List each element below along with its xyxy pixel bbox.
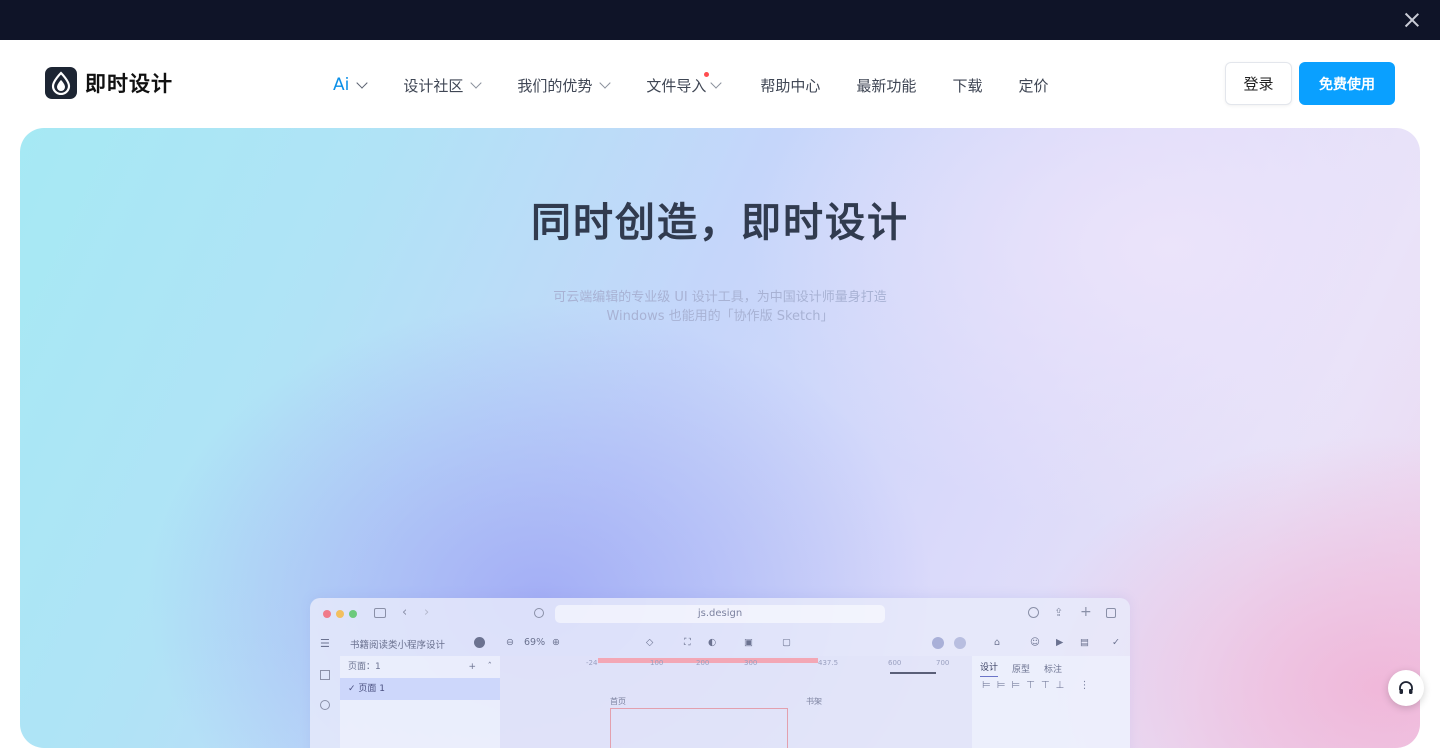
hero-subtitle-line: Windows 也能用的「协作版 Sketch」 [606,309,834,324]
chevron-down-icon [356,76,369,89]
page-item: ✓ 页面 1 [340,678,500,700]
ellipse-tool-icon [320,700,330,710]
ruler-label: 600 [888,659,902,667]
avatar [954,637,966,649]
frame-icon: ⛶ [684,637,691,648]
window-minimize-dot [336,610,344,618]
frame-label: 书架 [806,697,822,706]
customer-service-button[interactable] [1388,670,1424,706]
zoom-out-icon: ⊖ [506,637,514,648]
nav-item-download[interactable]: 下载 [952,75,982,96]
new-tab-icon: + [1080,604,1092,620]
download-icon [1028,607,1039,618]
share-icon: ⇪ [1054,606,1064,619]
main-nav: 即时设计 Ai 设计社区 我们的优势 文件导入 帮助中心 最新功能 下载 定价 … [0,40,1440,128]
nav-item-import[interactable]: 文件导入 [646,71,723,96]
ruler-label: 200 [696,659,710,667]
hero-section: 同时创造，即时设计 可云端编辑的专业级 UI 设计工具，为中国设计师量身打造 W… [20,128,1420,748]
tab-prototype: 原型 [1012,664,1031,675]
free-trial-button[interactable]: 免费使用 [1299,62,1395,105]
frame-label: 首页 [610,697,626,706]
add-page-icon: + [468,662,476,672]
tab-design: 设计 [980,660,999,677]
window-close-dot [323,610,331,618]
address-bar: js.design [555,605,885,623]
align-icons: ⊨⊨⊨⊤⊤⊥ ⋮ [982,680,1096,691]
pages-label: 页面：1 [348,662,381,672]
play-icon: ▶ [1056,637,1064,648]
nav-item-label: Ai [333,75,350,95]
pages-header: 页面：1 + ˆ [340,656,500,678]
window-maximize-dot [349,610,357,618]
tab-annotate: 标注 [1044,664,1063,675]
forward-icon: › [424,605,430,620]
sidebar-toggle-icon [374,608,386,618]
chevron-down-icon [599,76,612,89]
nav-menu: Ai 设计社区 我们的优势 文件导入 帮助中心 最新功能 下载 定价 [333,71,1048,97]
nav-item-label: 最新功能 [856,76,917,95]
close-icon[interactable] [1404,12,1420,28]
nav-item-label: 我们的优势 [517,76,593,95]
tabs-icon [1106,608,1116,618]
check-icon: ✓ [1112,637,1120,648]
image-icon: ▣ [744,637,753,648]
logo-drop-icon [45,67,77,99]
nav-item-ai[interactable]: Ai [333,75,369,95]
boolean-icon: ◐ [708,637,717,648]
brand-name: 即时设计 [85,72,173,96]
hero-title: 同时创造，即时设计 [531,200,909,246]
properties-tabs: 设计 原型 标注 [972,656,1130,680]
top-banner [0,0,1440,40]
avatar [932,637,944,649]
new-badge-dot [704,71,710,77]
mask-icon: ▢ [782,637,791,648]
selected-frame [610,708,788,748]
ruler-label: -24 [586,659,598,667]
nav-item-label: 定价 [1018,76,1049,95]
nav-item-pricing[interactable]: 定价 [1018,75,1048,96]
rectangle-tool-icon [320,670,330,680]
ruler: -24 100 200 300 437.5 600 700 [500,656,972,668]
nav-item-community[interactable]: 设计社区 [403,75,483,96]
app-titlebar: ‹ › js.design ⇪ + [310,598,1130,630]
ruler-label: 300 [744,659,758,667]
nav-item-advantages[interactable]: 我们的优势 [517,75,612,96]
nav-item-label: 文件导入 [646,76,707,95]
color-theme-icon [474,637,485,648]
library-icon: ⌂ [994,637,1001,648]
ruler-label: 700 [936,659,950,667]
nav-item-label: 下载 [952,76,983,95]
project-name: 书籍阅读类小程序设计 [350,640,446,651]
headset-icon [1399,681,1413,694]
menu-icon: ☰ [320,637,330,650]
layers-panel: 页面：1 + ˆ ✓ 页面 1 [340,656,500,748]
zoom-in-icon: ⊕ [552,637,560,648]
hero-subtitle: 可云端编辑的专业级 UI 设计工具，为中国设计师量身打造 Windows 也能用… [20,288,1420,326]
ruler-marker [890,672,936,674]
nav-item-help[interactable]: 帮助中心 [760,75,820,96]
login-button[interactable]: 登录 [1225,62,1292,105]
page-item-label: 页面 1 [358,684,385,694]
user-icon: ☺ [1030,637,1040,648]
back-icon: ‹ [402,605,408,620]
properties-panel: 设计 原型 标注 ⊨⊨⊨⊤⊤⊥ ⋮ [972,656,1130,748]
design-canvas: -24 100 200 300 437.5 600 700 首页 书架 [500,656,972,748]
brand-logo[interactable]: 即时设计 [45,67,173,99]
hero-subtitle-line: 可云端编辑的专业级 UI 设计工具，为中国设计师量身打造 [553,290,887,305]
zoom-level: 69% [524,637,546,648]
chevron-down-icon [470,76,483,89]
app-toolbar: ☰ 书籍阅读类小程序设计 ⊖ 69% ⊕ ◇ ⛶ ◐ ▣ ▢ ⌂ ☺ ▶ ▤ ✓ [310,630,1130,656]
layout-icon: ▤ [1080,637,1089,648]
nav-item-label: 帮助中心 [760,76,821,95]
shield-icon [534,608,544,618]
chevron-up-icon: ˆ [487,662,493,672]
ruler-label: 100 [650,659,664,667]
check-icon: ✓ [348,684,359,694]
chevron-down-icon [710,76,723,89]
nav-item-features[interactable]: 最新功能 [856,75,916,96]
component-icon: ◇ [646,637,654,648]
nav-item-label: 设计社区 [403,76,464,95]
app-preview: ‹ › js.design ⇪ + ☰ 书籍阅读类小程序设计 ⊖ 69% ⊕ ◇… [310,598,1130,748]
ruler-label: 437.5 [818,659,839,667]
